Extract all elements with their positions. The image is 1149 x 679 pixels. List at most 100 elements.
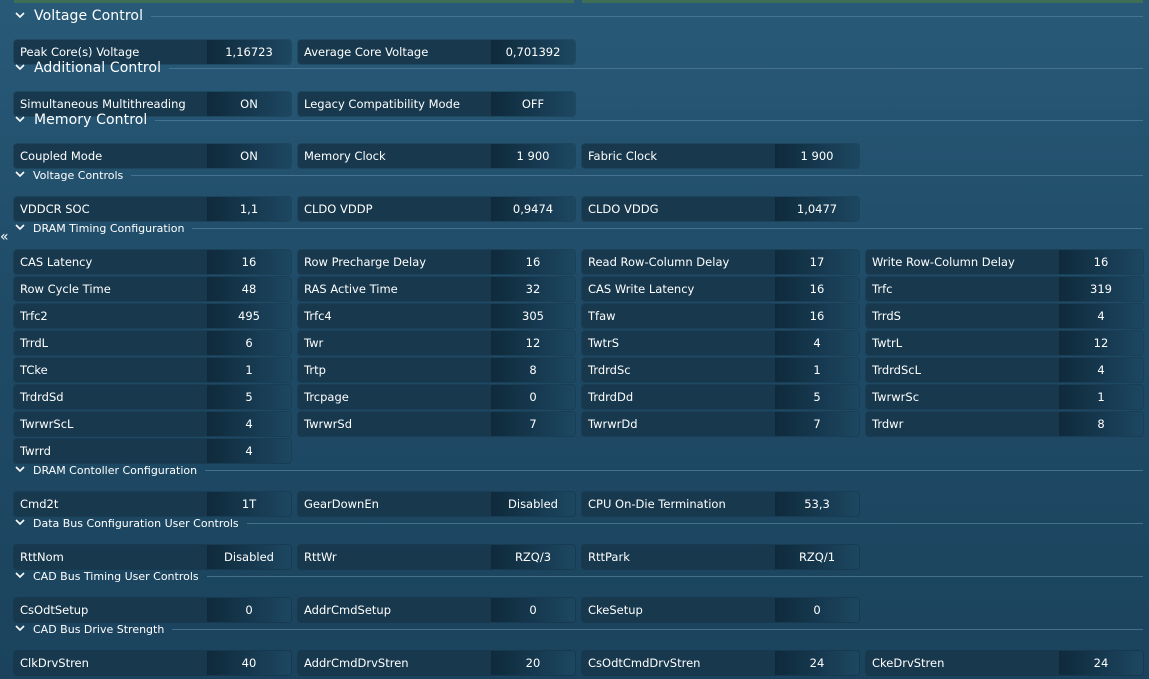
setting-label: CLDO VDDP [298, 197, 491, 221]
setting-value[interactable]: 0 [207, 598, 291, 622]
setting-value[interactable]: 1,0477 [775, 197, 859, 221]
setting-label: RttPark [582, 545, 775, 569]
setting-label: TwtrL [866, 331, 1059, 355]
setting-label: TwrwrScL [14, 412, 207, 436]
setting-field: TrdrdScL 4 [866, 358, 1143, 382]
setting-value[interactable]: 6 [207, 331, 291, 355]
setting-value[interactable]: 16 [775, 277, 859, 301]
setting-field: AddrCmdDrvStren 20 [298, 651, 575, 675]
section-divider [192, 227, 1143, 229]
setting-value[interactable]: 4 [775, 331, 859, 355]
chevron-down-icon[interactable] [14, 569, 28, 583]
setting-value[interactable]: 32 [491, 277, 575, 301]
setting-value[interactable]: 12 [491, 331, 575, 355]
setting-label: TwtrS [582, 331, 775, 355]
section-header-cad-timing[interactable]: CAD Bus Timing User Controls [14, 567, 1143, 585]
setting-value[interactable]: 1,1 [207, 197, 291, 221]
setting-value[interactable]: 17 [775, 250, 859, 274]
setting-label: TrrdS [866, 304, 1059, 328]
setting-value[interactable]: 24 [1059, 651, 1143, 675]
setting-value[interactable]: 0 [491, 598, 575, 622]
setting-label: Write Row-Column Delay [866, 250, 1059, 274]
setting-value[interactable]: 4 [1059, 358, 1143, 382]
setting-label: Twrrd [14, 439, 207, 463]
setting-field: CPU On-Die Termination 53,3 [582, 492, 859, 516]
section-title: CAD Bus Drive Strength [33, 622, 165, 636]
setting-value[interactable]: 12 [1059, 331, 1143, 355]
setting-value[interactable]: Disabled [207, 545, 291, 569]
section-title: Voltage Controls [33, 168, 124, 182]
section-header-memory-control[interactable]: Memory Control [14, 111, 1143, 129]
setting-value[interactable]: 20 [491, 651, 575, 675]
section-divider [151, 15, 1143, 17]
setting-value[interactable]: 4 [1059, 304, 1143, 328]
setting-field: CLDO VDDG 1,0477 [582, 197, 859, 221]
setting-label: VDDCR SOC [14, 197, 207, 221]
section-header-dram-timing[interactable]: DRAM Timing Configuration [14, 219, 1143, 237]
setting-value[interactable]: 319 [1059, 277, 1143, 301]
setting-label: GearDownEn [298, 492, 491, 516]
setting-field: Trcpage 0 [298, 385, 575, 409]
setting-value[interactable]: 16 [775, 304, 859, 328]
setting-label: Tfaw [582, 304, 775, 328]
setting-value[interactable]: 16 [491, 250, 575, 274]
setting-field: TwrwrDd 7 [582, 412, 859, 436]
setting-value[interactable]: 1T [207, 492, 291, 516]
setting-value[interactable]: 305 [491, 304, 575, 328]
section-header-voltage-controls[interactable]: Voltage Controls [14, 166, 1143, 184]
setting-value[interactable]: RZQ/1 [775, 545, 859, 569]
setting-value[interactable]: 0,9474 [491, 197, 575, 221]
setting-label: Twr [298, 331, 491, 355]
setting-label: TwrwrSd [298, 412, 491, 436]
section-header-additional-control[interactable]: Additional Control [14, 59, 1143, 77]
section-header-data-bus[interactable]: Data Bus Configuration User Controls [14, 514, 1143, 532]
setting-field: TrrdL 6 [14, 331, 291, 355]
setting-value[interactable]: RZQ/3 [491, 545, 575, 569]
setting-value[interactable]: 7 [775, 412, 859, 436]
setting-value[interactable]: 8 [1059, 412, 1143, 436]
setting-value[interactable]: 1 900 [491, 144, 575, 168]
chevron-down-icon[interactable] [14, 463, 28, 477]
section-divider [169, 67, 1143, 69]
setting-value[interactable]: 7 [491, 412, 575, 436]
setting-value[interactable]: 5 [775, 385, 859, 409]
setting-field: CsOdtCmdDrvStren 24 [582, 651, 859, 675]
setting-value[interactable]: 53,3 [775, 492, 859, 516]
setting-value[interactable]: 1 [1059, 385, 1143, 409]
setting-value[interactable]: 1 [775, 358, 859, 382]
section-title: DRAM Contoller Configuration [33, 463, 198, 477]
setting-value[interactable]: 5 [207, 385, 291, 409]
setting-label: CPU On-Die Termination [582, 492, 775, 516]
setting-value[interactable]: 495 [207, 304, 291, 328]
chevron-down-icon[interactable] [14, 168, 28, 182]
setting-value[interactable]: Disabled [491, 492, 575, 516]
section-header-dram-controller[interactable]: DRAM Contoller Configuration [14, 461, 1143, 479]
chevron-down-icon[interactable] [14, 61, 28, 75]
setting-field: ClkDrvStren 40 [14, 651, 291, 675]
setting-value[interactable]: 40 [207, 651, 291, 675]
setting-value[interactable]: 4 [207, 412, 291, 436]
setting-label: Row Precharge Delay [298, 250, 491, 274]
section-header-voltage-control[interactable]: Voltage Control [14, 7, 1143, 25]
chevron-down-icon[interactable] [14, 113, 28, 127]
setting-value[interactable]: ON [207, 144, 291, 168]
setting-value[interactable]: 0 [491, 385, 575, 409]
setting-value[interactable]: 24 [775, 651, 859, 675]
chevron-down-icon[interactable] [14, 9, 28, 23]
setting-value[interactable]: 0 [775, 598, 859, 622]
setting-value[interactable]: 16 [207, 250, 291, 274]
setting-value[interactable]: 1 900 [775, 144, 859, 168]
setting-value[interactable]: 1 [207, 358, 291, 382]
section-header-cad-drive[interactable]: CAD Bus Drive Strength [14, 620, 1143, 638]
setting-value[interactable]: 8 [491, 358, 575, 382]
chevron-down-icon[interactable] [14, 622, 28, 636]
setting-value[interactable]: 16 [1059, 250, 1143, 274]
setting-field: Twrrd 4 [14, 439, 291, 463]
chevron-down-icon[interactable] [14, 221, 28, 235]
setting-value[interactable]: 4 [207, 439, 291, 463]
setting-value[interactable]: 48 [207, 277, 291, 301]
setting-field: Trdwr 8 [866, 412, 1143, 436]
chevron-down-icon[interactable] [14, 516, 28, 530]
setting-field: TrdrdSc 1 [582, 358, 859, 382]
double-chevron-left-icon[interactable]: « [0, 230, 10, 244]
